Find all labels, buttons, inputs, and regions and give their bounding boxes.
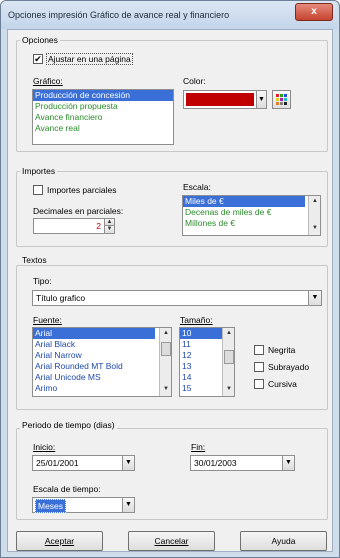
escala-scrollbar[interactable]: ▲ ▼ xyxy=(308,196,320,235)
fin-combo[interactable]: 30/01/2003 ▼ xyxy=(190,455,295,471)
color-swatch xyxy=(186,93,254,106)
negrita-checkbox[interactable] xyxy=(254,345,264,355)
tipo-combo[interactable]: Título grafico ▼ xyxy=(32,290,322,306)
chevron-down-icon[interactable]: ▼ xyxy=(122,456,134,470)
chevron-down-icon[interactable]: ▼ xyxy=(122,498,134,512)
decimales-label: Decimales en parciales: xyxy=(33,206,124,216)
tamano-item[interactable]: 10 xyxy=(180,328,222,339)
spinner-down-icon[interactable]: ▼ xyxy=(104,226,114,233)
escala-tiempo-label: Escala de tiempo: xyxy=(33,484,101,494)
grafico-item[interactable]: Avance real xyxy=(33,123,173,134)
escala-label: Escala: xyxy=(183,182,211,192)
scroll-down-icon[interactable]: ▼ xyxy=(160,386,171,392)
escala-item[interactable]: Millones de € xyxy=(183,218,320,229)
color-combo[interactable]: ▼ xyxy=(183,90,267,109)
periodo-legend: Periodo de tiempo (dias) xyxy=(20,420,117,430)
cancelar-button[interactable]: Cancelar xyxy=(128,531,215,551)
escala-listbox[interactable]: Miles de € Decenas de miles de € Millone… xyxy=(182,195,321,236)
palette-icon xyxy=(276,94,287,105)
spinner-up-icon[interactable]: ▲ xyxy=(104,219,114,226)
subrayado-label: Subrayado xyxy=(268,362,310,372)
scroll-thumb[interactable] xyxy=(224,350,234,364)
ajustar-label[interactable]: Ajustar en una página xyxy=(46,53,133,65)
cancelar-label: Cancelar xyxy=(154,536,189,546)
fin-value: 30/01/2003 xyxy=(194,458,237,468)
ayuda-label: Ayuda xyxy=(271,536,296,546)
chevron-down-icon[interactable]: ▼ xyxy=(282,456,294,470)
escala-item[interactable]: Miles de € xyxy=(183,196,305,207)
grafico-item[interactable]: Producción de concesión xyxy=(33,90,173,101)
scroll-up-icon[interactable]: ▲ xyxy=(160,330,171,336)
fuente-label: Fuente: xyxy=(33,315,62,325)
ayuda-button[interactable]: Ayuda xyxy=(240,531,327,551)
grafico-listbox[interactable]: Producción de concesión Producción propu… xyxy=(32,89,174,145)
subrayado-checkbox[interactable] xyxy=(254,362,264,372)
aceptar-button[interactable]: Aceptar xyxy=(16,531,103,551)
escala-tiempo-value: Meses xyxy=(35,499,67,513)
ajustar-checkbox[interactable]: ✔ xyxy=(33,54,43,64)
fuente-item[interactable]: Arimo xyxy=(33,383,171,394)
fuente-item[interactable]: Arial Unicode MS xyxy=(33,372,171,383)
negrita-label: Negrita xyxy=(268,345,296,355)
fuente-scrollbar[interactable]: ▲ ▼ xyxy=(159,328,171,396)
fuente-item[interactable]: Arial xyxy=(33,328,155,339)
tamano-listbox[interactable]: 10 11 12 13 14 15 ▲ ▼ xyxy=(179,327,235,397)
tamano-scrollbar[interactable]: ▲ ▼ xyxy=(222,328,234,396)
importes-legend: Importes xyxy=(20,166,58,176)
scroll-down-icon[interactable]: ▼ xyxy=(223,386,234,392)
textos-legend: Textos xyxy=(20,255,49,265)
aceptar-label: Aceptar xyxy=(44,536,75,546)
inicio-value: 25/01/2001 xyxy=(36,458,79,468)
grafico-item[interactable]: Avance financiero xyxy=(33,112,173,123)
escala-item[interactable]: Decenas de miles de € xyxy=(183,207,320,218)
grafico-label: Gráfico: xyxy=(33,76,63,86)
fuente-item[interactable]: Arial Black xyxy=(33,339,171,350)
tipo-value: Título grafico xyxy=(36,293,86,303)
fin-label: Fin: xyxy=(191,442,206,452)
color-label: Color: xyxy=(183,76,206,86)
fuente-item[interactable]: Arial Rounded MT Bold xyxy=(33,361,171,372)
close-button[interactable]: x xyxy=(295,3,333,21)
fuente-listbox[interactable]: Arial Arial Black Arial Narrow Arial Rou… xyxy=(32,327,172,397)
scroll-thumb[interactable] xyxy=(161,342,171,356)
fuente-item[interactable]: Arial Narrow xyxy=(33,350,171,361)
chevron-down-icon[interactable]: ▼ xyxy=(308,291,321,305)
scroll-up-icon[interactable]: ▲ xyxy=(309,198,320,204)
parciales-label: Importes parciales xyxy=(47,185,117,195)
tipo-label: Tipo: xyxy=(33,276,52,286)
tamano-label: Tamaño: xyxy=(180,315,213,325)
scroll-up-icon[interactable]: ▲ xyxy=(223,330,234,336)
cursiva-label: Cursiva xyxy=(268,379,297,389)
inicio-label: Inicio: xyxy=(33,442,56,452)
color-palette-button[interactable] xyxy=(272,90,291,109)
opciones-legend: Opciones xyxy=(20,35,60,45)
inicio-combo[interactable]: 25/01/2001 ▼ xyxy=(32,455,135,471)
decimales-value: 2 xyxy=(96,221,101,231)
chevron-down-icon[interactable]: ▼ xyxy=(256,91,266,108)
grafico-item[interactable]: Producción propuesta xyxy=(33,101,173,112)
parciales-checkbox[interactable] xyxy=(33,185,43,195)
cursiva-checkbox[interactable] xyxy=(254,379,264,389)
window-title: Opciones impresión Gráfico de avance rea… xyxy=(8,10,230,20)
escala-tiempo-combo[interactable]: Meses ▼ xyxy=(32,497,135,513)
scroll-down-icon[interactable]: ▼ xyxy=(309,225,320,231)
decimales-spinner[interactable]: 2 ▲ ▼ xyxy=(33,218,115,234)
